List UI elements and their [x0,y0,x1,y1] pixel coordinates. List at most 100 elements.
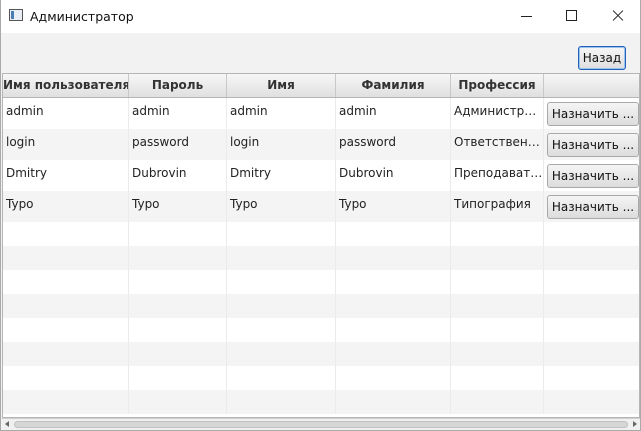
column-header-profession[interactable]: Профессия [451,74,544,97]
table-row[interactable]: Dmitry Dubrovin Dmitry Dubrovin Преподав… [3,160,639,191]
cell-first-name: admin [227,98,336,129]
app-window-icon [9,9,23,21]
empty-cell [129,294,227,318]
empty-cell [129,270,227,294]
cell-username: Dmitry [3,160,129,191]
table-row[interactable]: Typo Typo Typo Typo Типография Назначить… [3,191,639,222]
cell-profession: Типография [451,191,544,222]
table-header: Имя пользователя Пароль Имя Фамилия Проф… [3,74,639,98]
users-table: Имя пользователя Пароль Имя Фамилия Проф… [2,73,640,418]
minimize-icon[interactable] [503,0,549,32]
cell-password: Typo [129,191,227,222]
back-button[interactable]: Назад [578,46,626,70]
empty-cell [129,222,227,246]
empty-cell [129,246,227,270]
empty-cell [544,366,639,390]
empty-cell [336,222,451,246]
empty-cell [3,318,129,342]
empty-cell [451,270,544,294]
column-header-password[interactable]: Пароль [129,74,227,97]
scrollbar-thumb[interactable] [14,421,628,428]
empty-cell [544,270,639,294]
empty-table-row [3,390,639,414]
cell-username: login [3,129,129,160]
empty-cell [3,246,129,270]
empty-cell [336,366,451,390]
scroll-left-arrow-icon[interactable] [5,421,9,427]
empty-cell [451,342,544,366]
cell-action: Назначить ... [544,129,639,160]
cell-password: Dubrovin [129,160,227,191]
empty-cell [336,246,451,270]
empty-cell [451,390,544,414]
column-header-action[interactable] [544,74,639,97]
empty-cell [544,390,639,414]
empty-cell [227,294,336,318]
cell-last-name: password [336,129,451,160]
empty-cell [227,318,336,342]
empty-cell [227,366,336,390]
empty-cell [451,246,544,270]
empty-cell [227,246,336,270]
empty-cell [129,366,227,390]
empty-table-row [3,366,639,390]
table-row[interactable]: login password login password Ответствен… [3,129,639,160]
cell-action: Назначить ... [544,98,639,129]
cell-last-name: admin [336,98,451,129]
empty-cell [544,342,639,366]
column-header-first-name[interactable]: Имя [227,74,336,97]
title-bar[interactable]: Администратор [1,0,640,33]
empty-cell [544,246,639,270]
horizontal-scrollbar[interactable] [2,418,640,430]
empty-cell [336,342,451,366]
empty-table-row [3,294,639,318]
assign-button[interactable]: Назначить ... [547,133,639,157]
empty-table-row [3,318,639,342]
empty-cell [3,366,129,390]
empty-cell [3,270,129,294]
empty-cell [227,222,336,246]
maximize-icon[interactable] [549,0,595,32]
cell-action: Назначить ... [544,160,639,191]
empty-cell [336,294,451,318]
table-row[interactable]: admin admin admin admin Администратор На… [3,98,639,129]
cell-profession: Преподаватель [451,160,544,191]
assign-button[interactable]: Назначить ... [547,102,639,126]
assign-button[interactable]: Назначить ... [547,195,639,219]
empty-cell [129,318,227,342]
empty-cell [336,390,451,414]
window-title: Администратор [30,9,134,24]
empty-cell [544,222,639,246]
empty-cell [544,294,639,318]
empty-cell [227,342,336,366]
empty-table-row [3,246,639,270]
empty-cell [3,390,129,414]
cell-username: admin [3,98,129,129]
column-header-last-name[interactable]: Фамилия [336,74,451,97]
empty-cell [336,318,451,342]
scroll-right-arrow-icon[interactable] [633,421,637,427]
cell-profession: Администратор [451,98,544,129]
cell-action: Назначить ... [544,191,639,222]
cell-password: password [129,129,227,160]
empty-cell [3,294,129,318]
empty-cell [227,390,336,414]
cell-username: Typo [3,191,129,222]
empty-table-row [3,342,639,366]
cell-last-name: Dubrovin [336,160,451,191]
column-header-username[interactable]: Имя пользователя [3,74,129,97]
empty-cell [129,342,227,366]
assign-button[interactable]: Назначить ... [547,164,639,188]
empty-cell [129,390,227,414]
empty-table-row [3,270,639,294]
empty-cell [227,270,336,294]
empty-cell [451,366,544,390]
cell-profession: Ответственны... [451,129,544,160]
empty-cell [451,318,544,342]
close-icon[interactable] [595,0,641,32]
cell-password: admin [129,98,227,129]
cell-first-name: login [227,129,336,160]
empty-cell [3,342,129,366]
empty-cell [451,222,544,246]
cell-first-name: Dmitry [227,160,336,191]
